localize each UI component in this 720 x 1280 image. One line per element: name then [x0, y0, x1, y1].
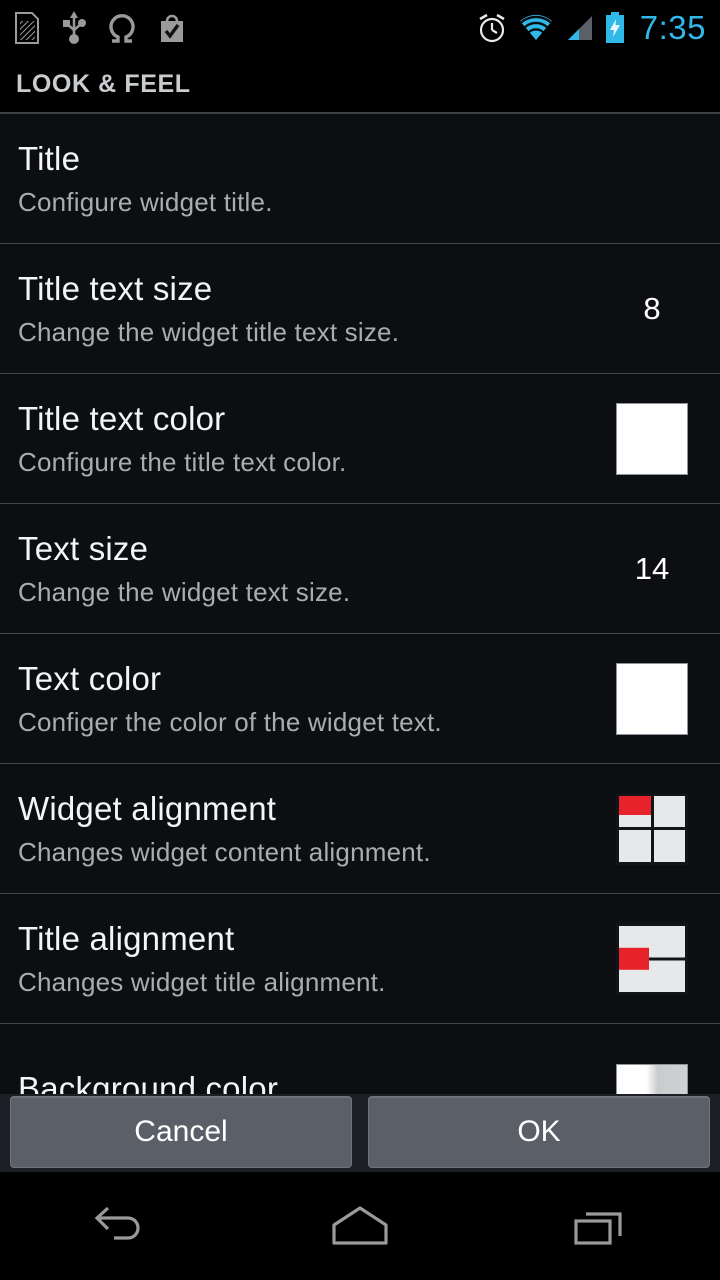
cellular-signal-icon	[567, 16, 592, 40]
align-marker	[619, 795, 651, 816]
home-icon	[332, 1206, 388, 1245]
align-cell-bottom-left	[619, 830, 651, 862]
preference-summary: Changes widget content alignment.	[18, 836, 431, 867]
preference-row-background-color[interactable]: Background color	[0, 1024, 720, 1094]
back-icon	[94, 1206, 140, 1240]
preference-summary: Configure the title text color.	[18, 446, 347, 477]
nav-home-button[interactable]	[285, 1171, 435, 1280]
system-navigation-bar	[0, 1170, 720, 1280]
row-text-block: Text color Configer the color of the wid…	[18, 659, 586, 739]
preference-title: Widget alignment	[18, 789, 277, 827]
battery-charging-icon	[605, 12, 624, 43]
preference-summary: Configure widget title.	[18, 186, 273, 217]
nav-recents-button[interactable]	[525, 1171, 675, 1280]
android-settings-screen: 7:35 LOOK & FEEL Title Configure widget …	[0, 0, 720, 1280]
background-color-swatch[interactable]	[616, 1063, 688, 1094]
preference-widget[interactable]	[604, 662, 700, 735]
row-text-block: Title text size Change the widget title …	[18, 269, 586, 349]
wifi-icon	[519, 14, 552, 40]
play-store-bag-icon	[161, 14, 183, 42]
preference-widget: 8	[604, 291, 700, 327]
row-text-block: Widget alignment Changes widget content …	[18, 789, 586, 869]
preference-summary: Change the widget text size.	[18, 576, 351, 607]
preference-title: Title text color	[18, 399, 226, 437]
recent-apps-icon	[574, 1212, 622, 1245]
align-cell-top-left	[619, 795, 651, 827]
row-text-block: Text size Change the widget text size.	[18, 529, 586, 609]
status-bar-notification-icons	[14, 11, 186, 45]
preference-row-title[interactable]: Title Configure widget title.	[0, 114, 720, 244]
preference-row-widget-alignment[interactable]: Widget alignment Changes widget content …	[0, 764, 720, 894]
row-text-block: Background color	[18, 1069, 586, 1095]
preference-title: Title alignment	[18, 919, 235, 957]
status-bar-clock: 7:35	[639, 9, 706, 46]
text-color-swatch[interactable]	[616, 662, 688, 735]
preference-title: Title text size	[18, 269, 213, 307]
row-text-block: Title alignment Changes widget title ali…	[18, 919, 586, 999]
preference-summary: Change the widget title text size.	[18, 316, 400, 347]
align-cell-bottom-right	[653, 830, 685, 862]
title-text-color-swatch[interactable]	[616, 402, 688, 475]
ok-button[interactable]: OK	[368, 1096, 710, 1168]
status-bar: 7:35	[0, 0, 720, 56]
preference-row-title-text-size[interactable]: Title text size Change the widget title …	[0, 244, 720, 374]
preference-row-text-color[interactable]: Text color Configer the color of the wid…	[0, 634, 720, 764]
preference-title: Background color	[18, 1069, 279, 1095]
nav-back-button[interactable]	[45, 1171, 195, 1280]
preference-row-title-alignment[interactable]: Title alignment Changes widget title ali…	[0, 894, 720, 1024]
preference-row-text-size[interactable]: Text size Change the widget text size. 1…	[0, 504, 720, 634]
preference-title: Text size	[18, 529, 149, 567]
row-text-block: Title Configure widget title.	[18, 139, 700, 219]
preference-widget: 14	[604, 551, 700, 587]
section-header-title: LOOK & FEEL	[16, 69, 191, 98]
alarm-clock-icon	[479, 13, 505, 43]
preference-summary: Changes widget title alignment.	[18, 966, 386, 997]
sd-card-icon	[15, 12, 39, 44]
title-text-size-value: 8	[643, 290, 661, 326]
preference-widget[interactable]	[604, 1063, 700, 1094]
title-alignment-icon[interactable]	[616, 922, 688, 995]
preference-widget[interactable]	[604, 922, 700, 995]
preference-row-title-text-color[interactable]: Title text color Configure the title tex…	[0, 374, 720, 504]
dialog-button-bar: Cancel OK	[0, 1094, 720, 1170]
align-marker	[619, 947, 650, 970]
status-bar-system-icons: 7:35	[476, 9, 706, 47]
preference-title: Title	[18, 139, 81, 177]
align-cell-top-right	[653, 795, 685, 827]
text-size-value: 14	[634, 550, 670, 586]
row-text-block: Title text color Configure the title tex…	[18, 399, 586, 479]
widget-alignment-icon[interactable]	[616, 792, 688, 865]
cancel-button[interactable]: Cancel	[10, 1096, 352, 1168]
preference-title: Text color	[18, 659, 162, 697]
section-header: LOOK & FEEL	[0, 56, 720, 114]
preference-list[interactable]: Title Configure widget title. Title text…	[0, 114, 720, 1094]
preference-summary: Configer the color of the widget text.	[18, 706, 442, 737]
preference-widget[interactable]	[604, 402, 700, 475]
preference-widget[interactable]	[604, 792, 700, 865]
omega-icon	[109, 14, 135, 43]
usb-icon	[63, 11, 86, 44]
